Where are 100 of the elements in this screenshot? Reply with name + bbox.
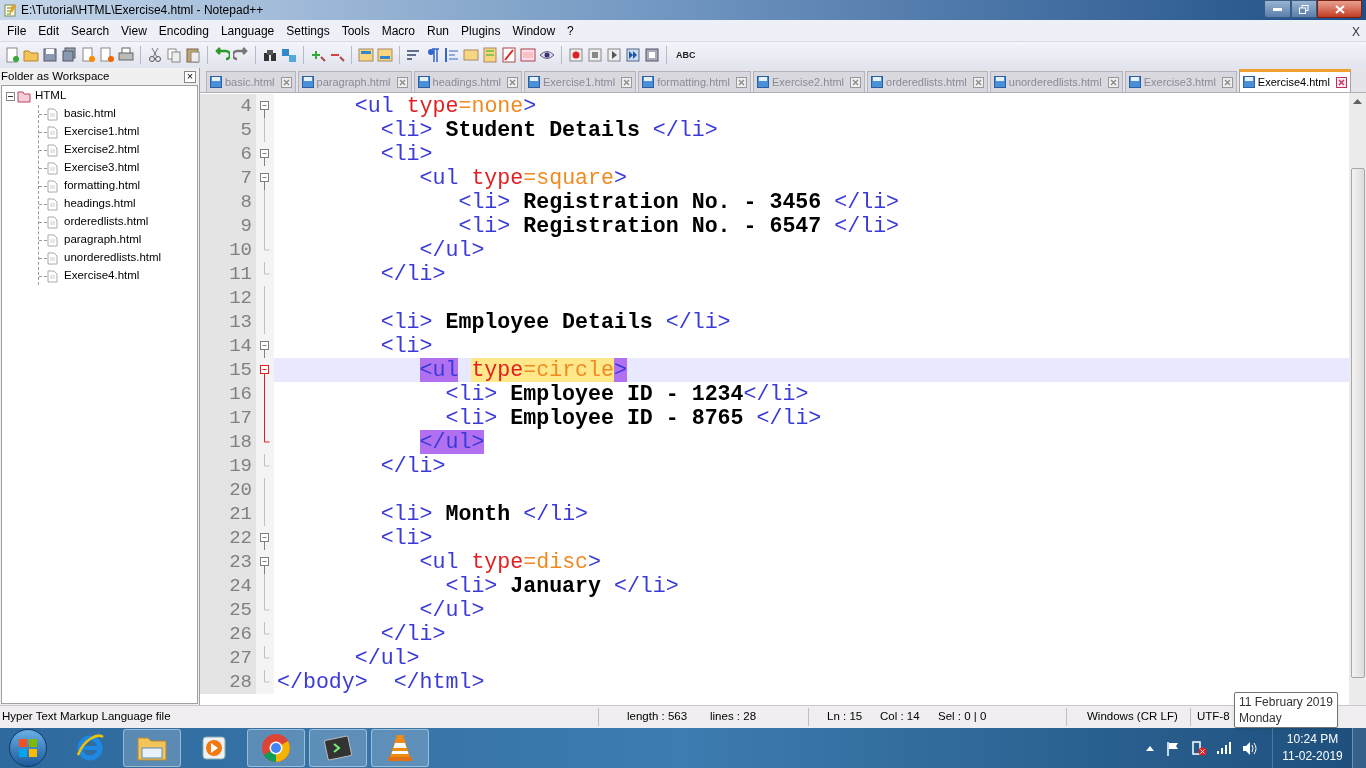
- menu-item[interactable]: Run: [421, 21, 456, 40]
- close-tab-icon[interactable]: [972, 76, 984, 88]
- file-icon: [47, 215, 58, 229]
- tree-file[interactable]: Exercise3.html: [64, 159, 140, 177]
- scrollbar-thumb[interactable]: [1350, 168, 1365, 678]
- folder-icon[interactable]: [23, 47, 39, 63]
- tree-file[interactable]: formatting.html: [64, 177, 141, 195]
- expander-icon[interactable]: [6, 91, 15, 101]
- clipboard-icon[interactable]: [185, 47, 201, 63]
- line-number: 8: [200, 190, 256, 214]
- line-number: 18: [200, 430, 256, 454]
- line-number: 19: [200, 454, 256, 478]
- fast-forward-icon[interactable]: [625, 47, 641, 63]
- close-tab-icon[interactable]: [507, 76, 519, 88]
- menu-item[interactable]: Plugins: [455, 21, 507, 40]
- line-number: 24: [200, 574, 256, 598]
- line-number: 13: [200, 310, 256, 334]
- play-icon[interactable]: [606, 47, 622, 63]
- spell-check-button[interactable]: ABC: [675, 47, 697, 63]
- tree-file[interactable]: orderedlists.html: [64, 213, 149, 231]
- undo-arrow-icon[interactable]: [214, 47, 230, 63]
- menu-item[interactable]: Search: [65, 21, 116, 40]
- tree-file[interactable]: paragraph.html: [64, 231, 142, 249]
- redo-arrow-icon[interactable]: [233, 47, 249, 63]
- file-type-label: Hyper Text Markup Language file: [1, 709, 172, 725]
- tree-file[interactable]: Exercise2.html: [64, 141, 140, 159]
- tree-file[interactable]: unorderedlists.html: [64, 249, 162, 267]
- close-tab-icon[interactable]: [735, 76, 747, 88]
- printer-icon[interactable]: [118, 47, 134, 63]
- sync-horizontal-icon[interactable]: [377, 47, 393, 63]
- word-wrap-icon[interactable]: [406, 47, 422, 63]
- menu-item[interactable]: Edit: [32, 21, 66, 40]
- close-tab-icon[interactable]: [1336, 76, 1347, 88]
- start-button[interactable]: [9, 729, 47, 767]
- folder-taskbar-button[interactable]: [123, 729, 181, 767]
- close-file-icon[interactable]: [80, 47, 96, 63]
- code-line: <li> Employee ID - 8765 </li>: [444, 406, 823, 430]
- restore-button[interactable]: [1291, 0, 1317, 18]
- minimize-button[interactable]: [1264, 0, 1291, 18]
- speaker-icon[interactable]: [1242, 740, 1258, 756]
- close-tab-icon[interactable]: [1107, 76, 1119, 88]
- pilcrow-icon[interactable]: [425, 47, 441, 63]
- chrome-taskbar-button[interactable]: [247, 729, 305, 767]
- copy-icon[interactable]: [166, 47, 182, 63]
- close-tab-icon[interactable]: [850, 76, 862, 88]
- code-line: <li>: [379, 526, 434, 550]
- close-tab-icon[interactable]: [396, 76, 408, 88]
- scissors-icon[interactable]: [147, 47, 163, 63]
- file-icon: [47, 125, 58, 139]
- tree-file[interactable]: basic.html: [64, 105, 116, 123]
- binoculars-icon[interactable]: [262, 47, 278, 63]
- file-icon: [47, 197, 58, 211]
- stacked-disks-icon[interactable]: [61, 47, 77, 63]
- close-document-button[interactable]: X: [1352, 23, 1360, 41]
- menu-item[interactable]: View: [115, 21, 153, 40]
- indent-guide-icon[interactable]: [444, 47, 460, 63]
- panel-title: Folder as Workspace: [1, 68, 110, 84]
- code-line: <ul type=square>: [418, 166, 628, 190]
- menu-item[interactable]: Encoding: [152, 21, 215, 40]
- menu-item[interactable]: Tools: [335, 21, 376, 40]
- new-file-icon[interactable]: [4, 47, 20, 63]
- menu-item[interactable]: Language: [214, 21, 281, 40]
- code-line: <li> Registration No. - 3456 </li>: [457, 190, 901, 214]
- show-desktop-button[interactable]: [1352, 728, 1366, 768]
- file-tab[interactable]: Exercise4.html: [1238, 69, 1351, 92]
- tree-file[interactable]: headings.html: [64, 195, 136, 213]
- record-icon[interactable]: [568, 47, 584, 63]
- menu-item[interactable]: ?: [561, 21, 580, 40]
- flag-icon[interactable]: [1166, 740, 1181, 756]
- vertical-scrollbar[interactable]: [1349, 93, 1366, 705]
- stop-icon[interactable]: [587, 47, 603, 63]
- terminal-taskbar-button[interactable]: [309, 729, 367, 767]
- code-line: <li> Employee Details </li>: [379, 310, 732, 334]
- vlc-taskbar-button[interactable]: [371, 729, 429, 767]
- close-tab-icon[interactable]: [1221, 76, 1233, 88]
- notepad-icon: [3, 3, 17, 17]
- save-macro-icon[interactable]: [644, 47, 660, 63]
- tree-file[interactable]: Exercise4.html: [64, 267, 140, 285]
- battery-error-icon[interactable]: [1191, 740, 1207, 756]
- panel-close-button[interactable]: ×: [184, 70, 196, 83]
- fold-margin-marker[interactable]: [256, 670, 274, 694]
- close-button[interactable]: [1317, 0, 1362, 18]
- menu-item[interactable]: Macro: [375, 21, 421, 40]
- close-icon: [1334, 4, 1345, 14]
- line-number: 12: [200, 286, 256, 310]
- menu-item[interactable]: Settings: [280, 21, 336, 40]
- close-all-icon[interactable]: [99, 47, 115, 63]
- signal-bars-icon[interactable]: [1217, 742, 1232, 754]
- tree-file[interactable]: Exercise1.html: [64, 123, 140, 141]
- sync-vertical-icon[interactable]: [358, 47, 374, 63]
- menu-item[interactable]: Window: [506, 21, 562, 40]
- close-tab-icon[interactable]: [621, 76, 633, 88]
- menu-item[interactable]: File: [1, 21, 33, 40]
- file-icon: [47, 233, 58, 247]
- tree-folder[interactable]: HTML: [35, 87, 67, 105]
- show-hidden-icons-icon[interactable]: [1146, 745, 1154, 751]
- fold-margin-marker[interactable]: [256, 94, 274, 118]
- close-tab-icon[interactable]: [280, 76, 292, 88]
- selection-label: Sel : 0 | 0: [938, 709, 988, 725]
- pencil-icon[interactable]: [501, 47, 517, 63]
